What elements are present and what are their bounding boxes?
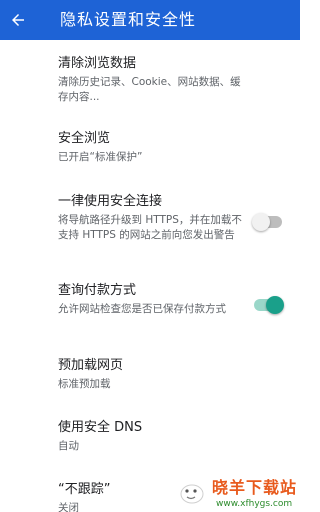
setting-payment-methods[interactable]: 查询付款方式 允许网站检查您是否已保存付款方式 [0, 277, 300, 332]
page-title: 隐私设置和安全性 [60, 10, 197, 29]
setting-title: 清除浏览数据 [58, 56, 137, 71]
setting-clear-browsing-data[interactable]: 清除浏览数据 清除历史记录、Cookie、网站数据、缓存内容... [0, 50, 300, 110]
setting-title: 预加载网页 [58, 358, 124, 373]
setting-summary: 已开启“标准保护” [58, 151, 143, 163]
watermark-site-name: 晓羊下载站 [212, 478, 298, 497]
setting-summary: 清除历史记录、Cookie、网站数据、缓存内容... [58, 76, 241, 103]
setting-secure-dns[interactable]: 使用安全 DNS 自动 [0, 414, 300, 454]
setting-preload-pages[interactable]: 预加载网页 标准预加载 [0, 352, 300, 392]
toggle-thumb [252, 213, 270, 231]
sheep-logo-icon [180, 484, 204, 504]
payment-methods-toggle[interactable] [252, 296, 286, 314]
setting-safe-browsing[interactable]: 安全浏览 已开启“标准保护” [0, 125, 300, 165]
setting-title: 使用安全 DNS [58, 420, 143, 435]
setting-summary: 将导航路径升级到 HTTPS，并在加载不支持 HTTPS 的网站之前向您发出警告 [58, 214, 242, 241]
app-bar: 隐私设置和安全性 [0, 0, 300, 40]
watermark-site-url: www.xfhygs.com [216, 499, 293, 509]
setting-title: 查询付款方式 [58, 283, 137, 298]
setting-title: 一律使用安全连接 [58, 194, 163, 209]
setting-title: 安全浏览 [58, 131, 111, 146]
setting-summary: 自动 [58, 440, 79, 452]
back-button[interactable] [6, 8, 30, 32]
setting-always-secure-connections[interactable]: 一律使用安全连接 将导航路径升级到 HTTPS，并在加载不支持 HTTPS 的网… [0, 188, 300, 258]
setting-summary: 标准预加载 [58, 378, 111, 390]
toggle-thumb [266, 296, 284, 314]
setting-summary: 允许网站检查您是否已保存付款方式 [58, 303, 226, 315]
site-watermark: 晓羊下载站 www.xfhygs.com [178, 478, 300, 512]
settings-screen: 隐私设置和安全性 清除浏览数据 清除历史记录、Cookie、网站数据、缓存内容.… [0, 0, 300, 512]
secure-connections-toggle[interactable] [252, 213, 286, 231]
arrow-back-icon [12, 14, 24, 26]
setting-title: “不跟踪” [58, 482, 111, 497]
